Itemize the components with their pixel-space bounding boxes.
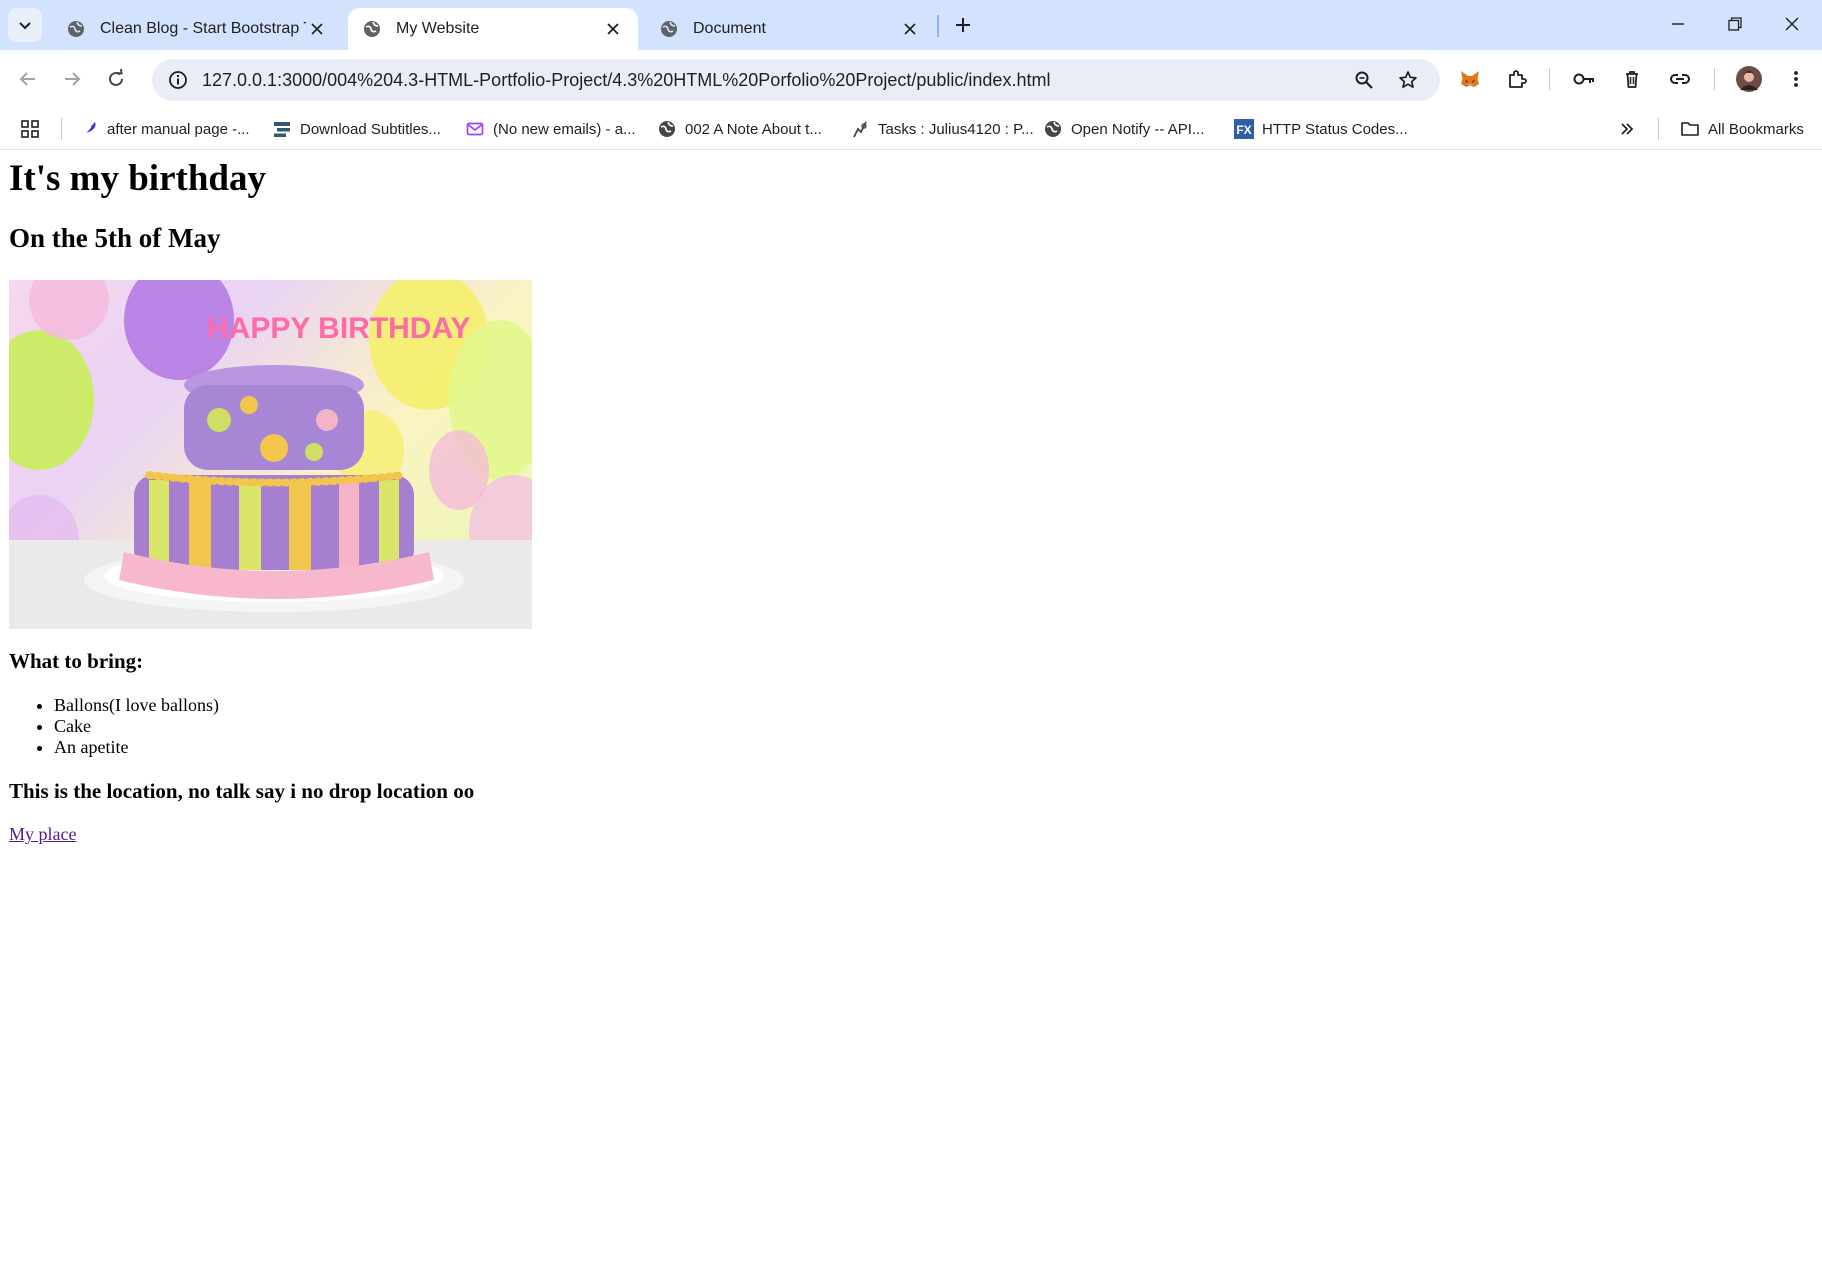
toolbar-divider [1714, 68, 1715, 90]
restore-icon [1728, 17, 1742, 31]
restore-button[interactable] [1707, 0, 1763, 48]
zoom-icon[interactable] [1346, 62, 1382, 98]
fx-icon: FX [1234, 119, 1254, 139]
list-item: Ballons(I love ballons) [54, 695, 219, 716]
birthday-cake-image: HAPPY BIRTHDAY [9, 280, 532, 629]
globe-icon [657, 119, 677, 139]
bookmark-label: (No new emails) - a... [493, 120, 636, 138]
tasks-icon [850, 119, 870, 139]
mail-icon [465, 119, 485, 139]
key-icon [1573, 73, 1594, 85]
bring-list: Ballons(I love ballons) Cake An apetite [54, 695, 219, 758]
bookmark-item-tasks[interactable]: Tasks : Julius4120 : P... [850, 115, 1034, 143]
page-heading: It's my birthday [9, 158, 266, 199]
apps-grid-icon [21, 120, 39, 138]
svg-text:FX: FX [1236, 123, 1251, 137]
plus-icon [956, 18, 970, 32]
bookmark-star-icon[interactable] [1390, 62, 1426, 98]
all-bookmarks-button[interactable]: All Bookmarks [1680, 115, 1804, 143]
apps-button[interactable] [20, 115, 40, 143]
bookmark-label: Open Notify -- API... [1071, 120, 1205, 138]
bookmark-item-emails[interactable]: (No new emails) - a... [465, 115, 636, 143]
tab-title: Clean Blog - Start Bootstrap The [100, 20, 306, 37]
forward-button[interactable] [54, 61, 90, 97]
password-manager-button[interactable] [1566, 61, 1602, 97]
tab-strip: Clean Blog - Start Bootstrap The My Webs… [0, 0, 1822, 50]
puzzle-icon [1509, 70, 1527, 88]
subtitles-icon [272, 119, 292, 139]
reload-button[interactable] [98, 61, 134, 97]
browser-toolbar: 127.0.0.1:3000/004%204.3-HTML-Portfolio-… [0, 50, 1822, 108]
globe-icon [661, 21, 677, 37]
close-icon[interactable] [899, 18, 921, 40]
bookmark-label: after manual page -... [107, 120, 250, 138]
close-icon [1785, 17, 1799, 31]
avatar-icon [1736, 66, 1762, 92]
page-subheading: On the 5th of May [9, 223, 221, 253]
globe-icon [364, 21, 380, 37]
list-item: An apetite [54, 737, 219, 758]
arrow-right-icon [65, 72, 81, 86]
minimize-button[interactable] [1650, 0, 1706, 48]
bring-heading: What to bring: [9, 649, 144, 673]
tab-document[interactable]: Document [645, 8, 935, 50]
metamask-extension-button[interactable] [1452, 61, 1488, 97]
location-heading: This is the location, no talk say i no d… [9, 779, 475, 803]
bookmark-item-download-subtitles[interactable]: Download Subtitles... [272, 115, 441, 143]
close-window-button[interactable] [1764, 0, 1820, 48]
fox-icon [1461, 71, 1479, 87]
bookmark-item-http-status[interactable]: FX HTTP Status Codes... [1234, 115, 1408, 143]
new-tab-button[interactable] [948, 10, 978, 40]
info-icon [169, 71, 187, 89]
bookmark-item-open-notify[interactable]: Open Notify -- API... [1043, 115, 1204, 143]
address-bar[interactable]: 127.0.0.1:3000/004%204.3-HTML-Portfolio-… [152, 59, 1440, 101]
reload-icon [109, 69, 123, 86]
close-icon[interactable] [602, 18, 624, 40]
arrow-left-icon [19, 72, 35, 86]
folder-icon [1680, 119, 1700, 139]
bookmark-label: Download Subtitles... [300, 120, 441, 138]
site-info-button[interactable] [158, 59, 198, 101]
list-item: Cake [54, 716, 219, 737]
tab-separator [937, 15, 939, 37]
bookmark-label: 002 A Note About t... [685, 120, 822, 138]
feather-icon [79, 119, 99, 139]
tab-clean-blog[interactable]: Clean Blog - Start Bootstrap The [52, 8, 342, 50]
bookmarks-overflow-button[interactable] [1619, 115, 1635, 143]
back-button[interactable] [10, 61, 46, 97]
tab-title: Document [693, 20, 766, 37]
close-icon[interactable] [306, 18, 328, 40]
globe-icon [1043, 119, 1063, 139]
bookmark-item-after-manual[interactable]: after manual page -... [79, 115, 250, 143]
chevron-double-right-icon [1621, 123, 1634, 135]
bookmark-item-note[interactable]: 002 A Note About t... [657, 115, 822, 143]
copy-link-button[interactable] [1662, 61, 1698, 97]
my-place-link[interactable]: My place [9, 824, 76, 845]
minimize-icon [1672, 23, 1684, 25]
clear-data-button[interactable] [1614, 61, 1650, 97]
tab-title: My Website [396, 20, 480, 37]
globe-icon [68, 21, 84, 37]
link-icon [1670, 74, 1690, 84]
toolbar-divider [1549, 68, 1550, 90]
bookmarks-bar: after manual page -... Download Subtitle… [0, 108, 1822, 150]
web-page: It's my birthday On the 5th of May HAPPY… [0, 151, 1822, 1280]
trash-icon [1626, 71, 1638, 88]
all-bookmarks-label: All Bookmarks [1708, 120, 1804, 138]
browser-menu-button[interactable] [1778, 61, 1814, 97]
bookmarks-divider [61, 118, 62, 140]
profile-button[interactable] [1731, 61, 1767, 97]
image-lettering: HAPPY BIRTHDAY [207, 312, 470, 345]
tab-search-button[interactable] [8, 8, 42, 42]
url-text[interactable]: 127.0.0.1:3000/004%204.3-HTML-Portfolio-… [202, 70, 1346, 91]
more-vertical-icon [1794, 71, 1798, 87]
bookmark-label: Tasks : Julius4120 : P... [878, 120, 1034, 138]
chevron-down-icon [19, 22, 31, 30]
tab-my-website[interactable]: My Website [348, 8, 638, 50]
bookmark-label: HTTP Status Codes... [1262, 120, 1408, 138]
extensions-button[interactable] [1499, 61, 1535, 97]
bookmarks-divider [1658, 118, 1659, 140]
